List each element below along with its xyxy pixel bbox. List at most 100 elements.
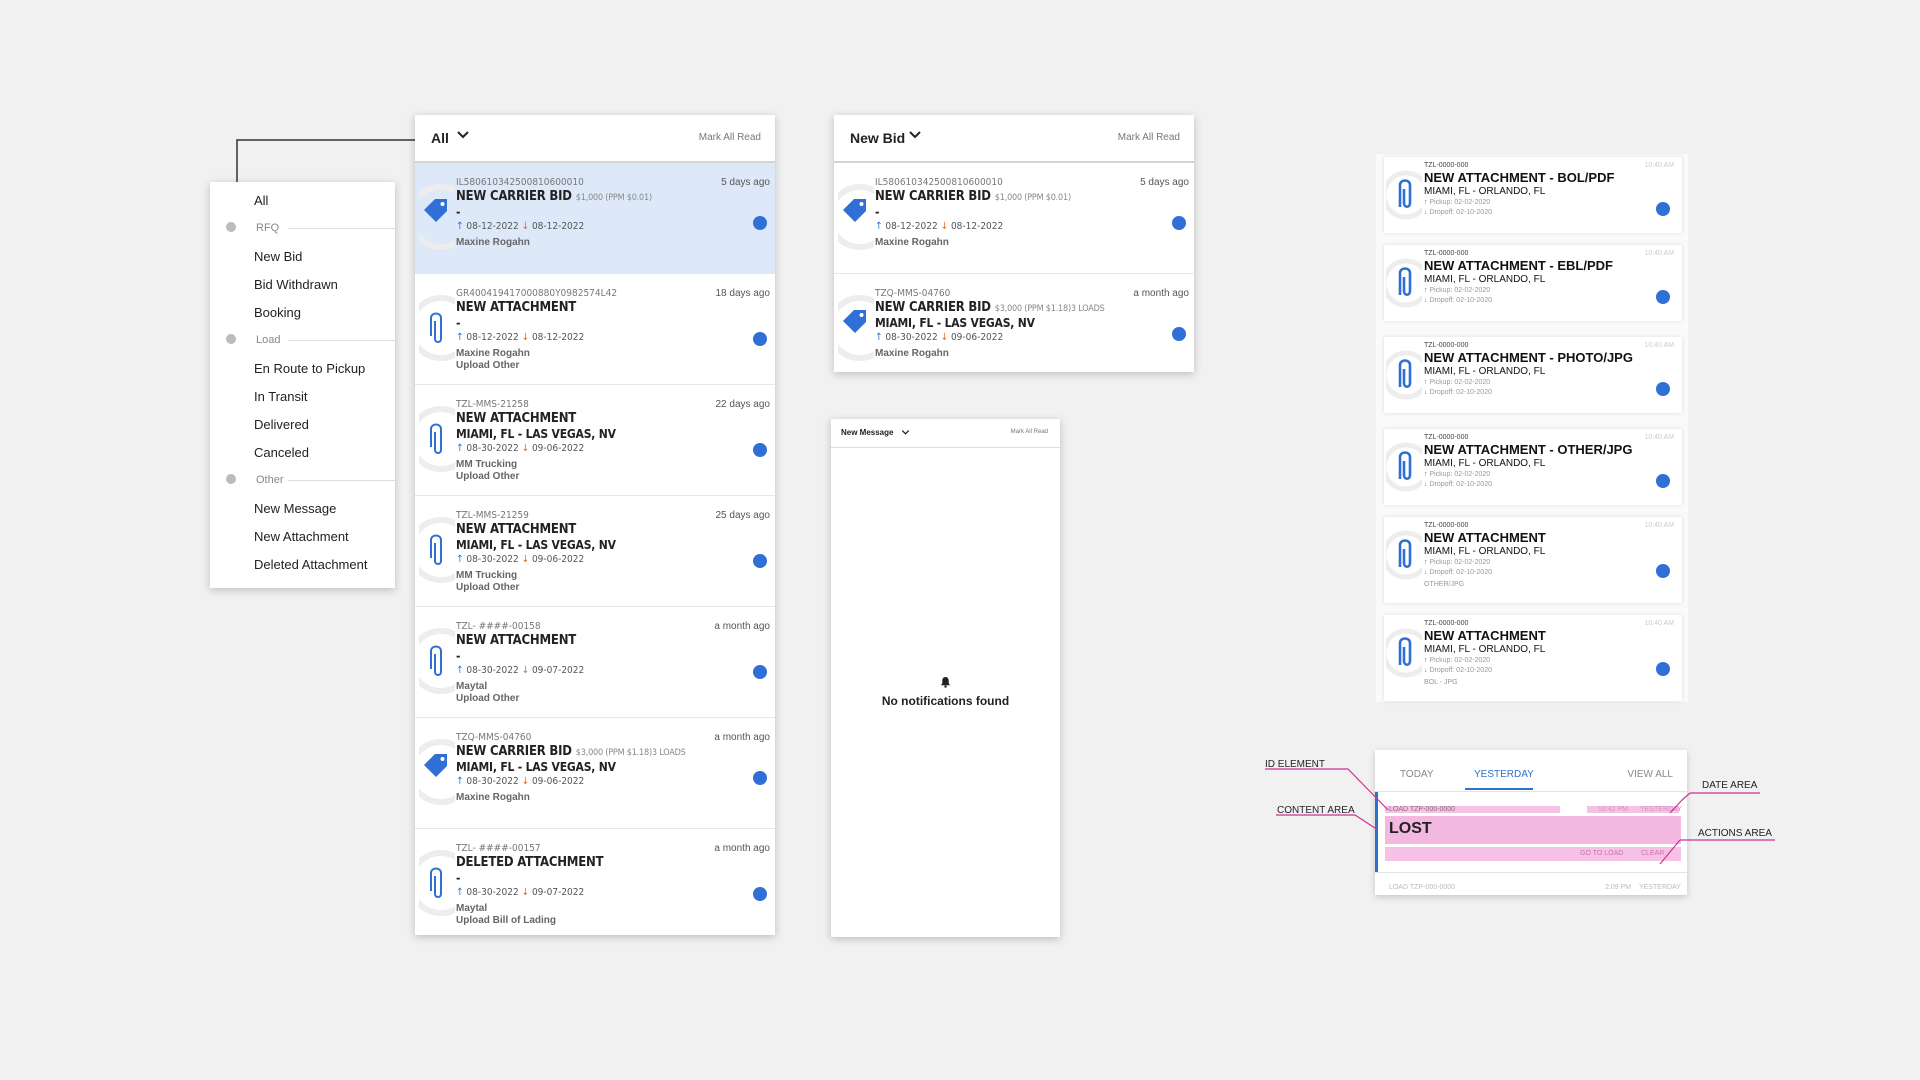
card-route: MIAMI, FL - ORLANDO, FL <box>1424 274 1546 285</box>
unread-dot[interactable] <box>753 216 767 230</box>
attachment-card[interactable]: TZL-0000-000 10:40 AM NEW ATTACHMENT MIAMI,… <box>1381 517 1682 603</box>
empty-state-text: No notifications found <box>881 694 1010 708</box>
unread-dot[interactable] <box>1656 202 1670 216</box>
card-title: NEW ATTACHMENT <box>1424 530 1546 545</box>
card-id: TZL-0000-000 <box>1424 342 1469 349</box>
notification-title-text: NEW CARRIER BID <box>456 744 572 759</box>
notification-time: a month ago <box>1133 288 1189 299</box>
attachment-card[interactable]: TZL-0000-000 10:40 AM NEW ATTACHMENT - OTH… <box>1381 429 1682 505</box>
filter-option-new-bid[interactable]: New Bid <box>254 249 302 264</box>
bid-amount: $3,000 (PPM $1.18)3 LOADS <box>575 748 686 758</box>
filter-option-in-transit[interactable]: In Transit <box>254 389 307 404</box>
pickup-date: 08-12-2022 <box>885 221 938 232</box>
dropoff-arrow-icon: ↓ <box>940 221 951 232</box>
unread-dot[interactable] <box>753 887 767 901</box>
dropoff-date: 09-06-2022 <box>950 332 1004 343</box>
notification-item[interactable]: TZL-MMS-21259 25 days ago NEW ATTACHMENT MI… <box>415 496 775 607</box>
notification-item[interactable]: TZL- ####-00158 a month ago NEW ATTACHMENT… <box>415 607 775 718</box>
card-dropoff: ↓ Dropoff: 02-10-2020 <box>1424 667 1492 674</box>
attachment-card[interactable]: TZL-0000-000 10:40 AM NEW ATTACHMENT - EBL… <box>1381 245 1682 321</box>
notification-title-text: DELETED ATTACHMENT <box>456 855 604 870</box>
dropoff-date: 09-06-2022 <box>531 554 585 565</box>
unread-dot[interactable] <box>753 554 767 568</box>
attachment-card[interactable]: TZL-0000-000 10:40 AM NEW ATTACHMENT - BOL… <box>1381 157 1682 233</box>
paperclip-icon <box>415 395 474 483</box>
tag-icon <box>834 173 893 261</box>
dropoff-date: 08-12-2022 <box>531 221 585 232</box>
unread-dot[interactable] <box>753 665 767 679</box>
chevron-down-icon[interactable] <box>908 128 922 142</box>
filter-group-divider <box>288 228 395 229</box>
panel-header: New Message Mark All Read <box>831 419 1060 448</box>
mark-all-read-button[interactable]: Mark All Read <box>1118 132 1180 143</box>
dropoff-arrow-icon: ↓ <box>521 665 532 676</box>
unread-dot[interactable] <box>1172 216 1186 230</box>
filter-select[interactable]: All <box>431 130 449 146</box>
filter-option-new-attachment[interactable]: New Attachment <box>254 529 349 544</box>
mark-all-read-button[interactable]: Mark All Read <box>699 132 761 143</box>
filter-option-bid-withdrawn[interactable]: Bid Withdrawn <box>254 277 338 292</box>
filter-option-booking[interactable]: Booking <box>254 305 301 320</box>
notification-route: - <box>456 871 461 885</box>
card-route: MIAMI, FL - ORLANDO, FL <box>1424 458 1546 469</box>
unread-dot[interactable] <box>753 443 767 457</box>
unread-dot[interactable] <box>1172 327 1186 341</box>
bid-amount: $1,000 (PPM $0.01) <box>575 193 652 203</box>
tag-icon <box>226 222 236 232</box>
dropoff-date: 08-12-2022 <box>950 221 1004 232</box>
annotation-content-area: CONTENT AREA <box>1277 805 1355 816</box>
notification-user: Maytal <box>456 681 488 692</box>
pickup-arrow-icon: ↑ <box>875 221 886 232</box>
notification-item[interactable]: TZL-MMS-21258 22 days ago NEW ATTACHMENT MI… <box>415 385 775 496</box>
paperclip-icon <box>1381 623 1431 683</box>
unread-dot[interactable] <box>1656 564 1670 578</box>
unread-dot[interactable] <box>1656 382 1670 396</box>
notification-item[interactable]: IL580610342500810600010 5 days ago NEW CAR… <box>415 163 775 274</box>
notification-action: Upload Other <box>456 360 520 371</box>
notification-title: NEW ATTACHMENT <box>456 411 576 426</box>
notification-title-text: NEW CARRIER BID <box>875 300 991 315</box>
filter-option-deleted-attachment[interactable]: Deleted Attachment <box>254 557 367 572</box>
card-pickup: ↑ Pickup: 02-02-2020 <box>1424 199 1490 206</box>
dropoff-arrow-icon: ↓ <box>521 887 532 898</box>
dropoff-text: Dropoff: 02-10-2020 <box>1429 297 1492 304</box>
unread-dot[interactable] <box>753 332 767 346</box>
notification-route: - <box>456 649 461 663</box>
chevron-down-icon[interactable] <box>456 128 470 142</box>
filter-select[interactable]: New Message <box>841 428 893 437</box>
filter-select[interactable]: New Bid <box>850 130 905 146</box>
card-route: MIAMI, FL - ORLANDO, FL <box>1424 186 1546 197</box>
unread-dot[interactable] <box>1656 290 1670 304</box>
notification-item[interactable]: TZL- ####-00157 a month ago DELETED ATTACH… <box>415 829 775 935</box>
unread-dot[interactable] <box>1656 662 1670 676</box>
dropoff-date: 09-07-2022 <box>531 887 585 898</box>
attachment-card[interactable]: TZL-0000-000 10:40 AM NEW ATTACHMENT - PHO… <box>1381 337 1682 413</box>
filter-option-en-route-to-pickup[interactable]: En Route to Pickup <box>254 361 365 376</box>
notification-item[interactable]: TZQ-MMS-04760 a month ago NEW CARRIER BID $… <box>834 274 1194 372</box>
notification-item[interactable]: IL580610342500810600010 5 days ago NEW CAR… <box>834 163 1194 274</box>
pickup-arrow-icon: ↑ <box>456 221 467 232</box>
notification-title: NEW CARRIER BID $1,000 (PPM $0.01) <box>456 189 652 204</box>
filter-option-delivered[interactable]: Delivered <box>254 417 309 432</box>
attachment-card[interactable]: TZL-0000-000 10:40 AM NEW ATTACHMENT MIAMI,… <box>1381 615 1682 701</box>
notification-user: Maxine Rogahn <box>456 792 530 803</box>
filter-option-new-message[interactable]: New Message <box>254 501 336 516</box>
chevron-down-icon[interactable] <box>901 428 910 437</box>
unread-dot[interactable] <box>1656 474 1670 488</box>
annotation-lines <box>1265 768 1775 865</box>
filter-option-all[interactable]: All <box>254 193 268 208</box>
notification-item[interactable]: GR400419417000880Y0982574L42 18 days ago N… <box>415 274 775 385</box>
notification-time: 18 days ago <box>715 288 771 299</box>
mark-all-read-button[interactable]: Mark All Read <box>1011 429 1048 435</box>
filter-group-divider <box>288 340 395 341</box>
annotation-actions-area: ACTIONS AREA <box>1698 828 1772 839</box>
notification-action: Upload Bill of Lading <box>456 915 556 926</box>
chat-icon <box>226 474 236 484</box>
notification-item[interactable]: TZQ-MMS-04760 a month ago NEW CARRIER BID $… <box>415 718 775 829</box>
unread-dot[interactable] <box>753 771 767 785</box>
notification-dates: ↑ 08-30-2022 ↓ 09-07-2022 <box>456 887 584 898</box>
card-id: TZL-0000-000 <box>1424 162 1469 169</box>
filter-option-canceled[interactable]: Canceled <box>254 445 309 460</box>
notification-title-text: NEW CARRIER BID <box>456 189 572 204</box>
notification-time: a month ago <box>714 843 770 854</box>
